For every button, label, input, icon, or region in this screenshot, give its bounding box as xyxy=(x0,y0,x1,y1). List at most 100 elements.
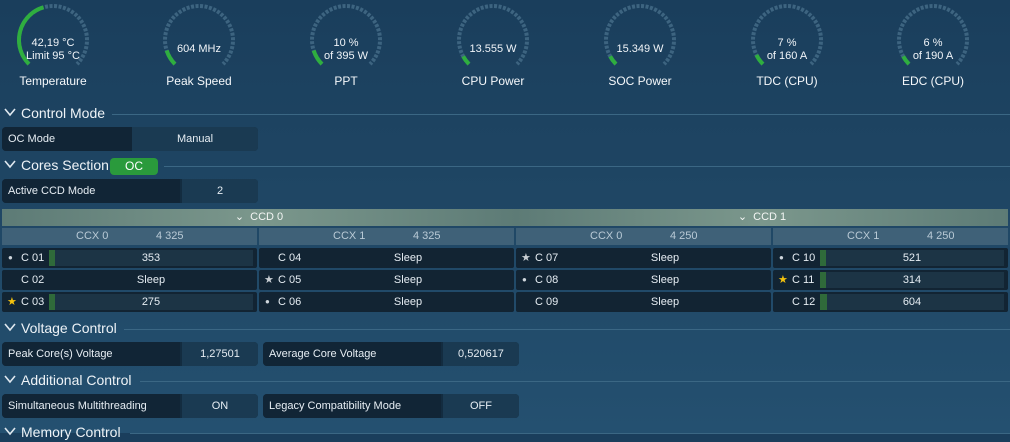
gauge-dial xyxy=(163,4,235,66)
gauge-label: Temperature xyxy=(19,74,87,88)
legacy-mode-field[interactable]: Legacy Compatibility Mode OFF xyxy=(263,394,519,418)
core-row: C 02 Sleep xyxy=(2,270,257,290)
gauge-subvalue: of 190 A xyxy=(912,50,954,62)
section-additional-control[interactable]: Additional Control xyxy=(0,370,1010,390)
ccx-header: CCX 0 4 325 xyxy=(2,228,257,245)
gold-star-icon: ★ xyxy=(778,274,788,286)
core-row: ★ C 07 Sleep xyxy=(516,248,771,268)
core-name: C 06 xyxy=(278,296,302,308)
core-name: C 07 xyxy=(535,252,559,264)
core-row: ● C 06 Sleep xyxy=(259,292,514,312)
core-row: C 12 604 xyxy=(773,292,1008,312)
core-row: C 09 Sleep xyxy=(516,292,771,312)
core-value: 353 xyxy=(141,252,161,264)
oc-badge: OC xyxy=(110,158,158,175)
gauge-2: 604 MHz Peak Speed xyxy=(146,0,242,96)
gauge-3: 10 % of 395 W PPT xyxy=(293,0,389,96)
ccx-panel: CCX 1 4 325 C 04 Sleep ★ C 05 Sleep ● C 06 Sleep xyxy=(259,228,514,312)
core-value: Sleep xyxy=(650,252,680,264)
core-name: C 01 xyxy=(21,252,45,264)
chevron-down-icon[interactable]: ⌄ xyxy=(738,211,747,223)
core-row: ★ C 05 Sleep xyxy=(259,270,514,290)
divider xyxy=(112,114,1010,115)
gauge-value: 13.555 W xyxy=(469,43,517,55)
gauge-subvalue: of 395 W xyxy=(323,50,369,62)
gauge-dial xyxy=(457,4,529,66)
ccd-panel: ⌄ CCD 1 CCX 04 250 ★ C 07 Sleep ● C 08 Sleep C 0… xyxy=(516,209,1008,312)
active-ccd-label: Active CCD Mode xyxy=(2,179,180,203)
core-row: ● C 10 521 xyxy=(773,248,1008,268)
gauge-value: 15.349 W xyxy=(616,43,664,55)
avg-voltage-value: 0,520617 xyxy=(443,342,519,366)
gauge-label: Peak Speed xyxy=(166,74,232,88)
ccx-panel: CCX 0 4 325 ● C 01 353 C 02 Sleep ★ C 03 275 xyxy=(2,228,257,312)
gauge-label: CPU Power xyxy=(461,74,525,88)
core-row: ★ C 11 314 xyxy=(773,270,1008,290)
section-control-mode[interactable]: Control Mode xyxy=(0,103,1010,123)
core-name: C 05 xyxy=(278,274,302,286)
core-value: 604 xyxy=(902,296,922,308)
oc-mode-field[interactable]: OC Mode Manual xyxy=(2,127,258,151)
core-value: 521 xyxy=(902,252,922,264)
avg-voltage-field: Average Core Voltage 0,520617 xyxy=(263,342,519,366)
gauge-value: 10 % xyxy=(333,37,359,49)
ccx-panel: CCX 1 4 250 ● C 10 521 ★ C 11 314 C 12 604 xyxy=(773,228,1008,312)
gauge-label: PPT xyxy=(334,74,358,88)
gauge-subvalue: Limit 95 °C xyxy=(26,50,80,62)
smt-value[interactable]: ON xyxy=(182,394,258,418)
gauge-4: 13.555 W CPU Power xyxy=(440,0,536,96)
section-title: Control Mode xyxy=(21,105,106,121)
section-voltage-control[interactable]: Voltage Control xyxy=(0,318,1010,338)
gauge-track xyxy=(457,4,529,66)
section-title: Additional Control xyxy=(21,372,132,388)
core-name: C 03 xyxy=(21,296,45,308)
chevron-down-icon[interactable] xyxy=(4,425,16,437)
core-name: C 02 xyxy=(21,274,45,286)
divider xyxy=(130,433,1010,434)
core-row: ● C 01 353 xyxy=(2,248,257,268)
ccx-frequency: 4 250 xyxy=(927,230,955,242)
silver-star-icon: ★ xyxy=(264,274,274,286)
section-title: Voltage Control xyxy=(21,320,117,336)
legacy-mode-value[interactable]: OFF xyxy=(443,394,519,418)
divider xyxy=(164,166,1010,167)
active-ccd-value[interactable]: 2 xyxy=(182,179,258,203)
gauge-dial xyxy=(604,4,676,66)
peak-voltage-field: Peak Core(s) Voltage 1,27501 xyxy=(2,342,258,366)
chevron-down-icon[interactable]: ⌄ xyxy=(235,211,244,223)
gauge-fill xyxy=(461,55,471,66)
ccx-frequency: 4 325 xyxy=(413,230,441,242)
gauge-value: 604 MHz xyxy=(176,43,222,55)
core-row: ★ C 03 275 xyxy=(2,292,257,312)
core-value: Sleep xyxy=(136,274,166,286)
gold-star-icon: ★ xyxy=(7,296,17,308)
chevron-down-icon[interactable] xyxy=(4,321,16,333)
active-ccd-field[interactable]: Active CCD Mode 2 xyxy=(2,179,258,203)
oc-mode-label: OC Mode xyxy=(2,127,132,151)
peak-voltage-label: Peak Core(s) Voltage xyxy=(2,342,180,366)
chevron-down-icon[interactable] xyxy=(4,158,16,170)
section-cores[interactable]: Cores Section OC xyxy=(0,155,1010,175)
section-memory-control[interactable]: Memory Control xyxy=(0,422,1010,442)
core-row: ● C 08 Sleep xyxy=(516,270,771,290)
ccx-frequency: 4 250 xyxy=(670,230,698,242)
avg-voltage-label: Average Core Voltage xyxy=(263,342,441,366)
chevron-down-icon[interactable] xyxy=(4,373,16,385)
core-value: Sleep xyxy=(650,274,680,286)
gauge-value: 42,19 °C xyxy=(31,37,75,49)
smt-label: Simultaneous Multithreading xyxy=(2,394,180,418)
gauge-7: 6 % of 190 A EDC (CPU) xyxy=(880,0,976,96)
section-title: Cores Section xyxy=(21,157,109,173)
ccx-header: CCX 1 4 325 xyxy=(259,228,514,245)
divider xyxy=(140,381,1010,382)
gauge-subvalue: of 160 A xyxy=(766,50,808,62)
ccd-header[interactable]: ⌄ CCD 1 xyxy=(516,209,1008,226)
chevron-down-icon[interactable] xyxy=(4,106,16,118)
core-value: 314 xyxy=(902,274,922,286)
core-value: Sleep xyxy=(650,296,680,308)
ccx-name: CCX 0 xyxy=(590,230,623,242)
core-row: C 04 Sleep xyxy=(259,248,514,268)
oc-mode-value[interactable]: Manual xyxy=(132,127,258,151)
ccd-header[interactable]: ⌄ CCD 0 xyxy=(2,209,516,226)
smt-field[interactable]: Simultaneous Multithreading ON xyxy=(2,394,258,418)
